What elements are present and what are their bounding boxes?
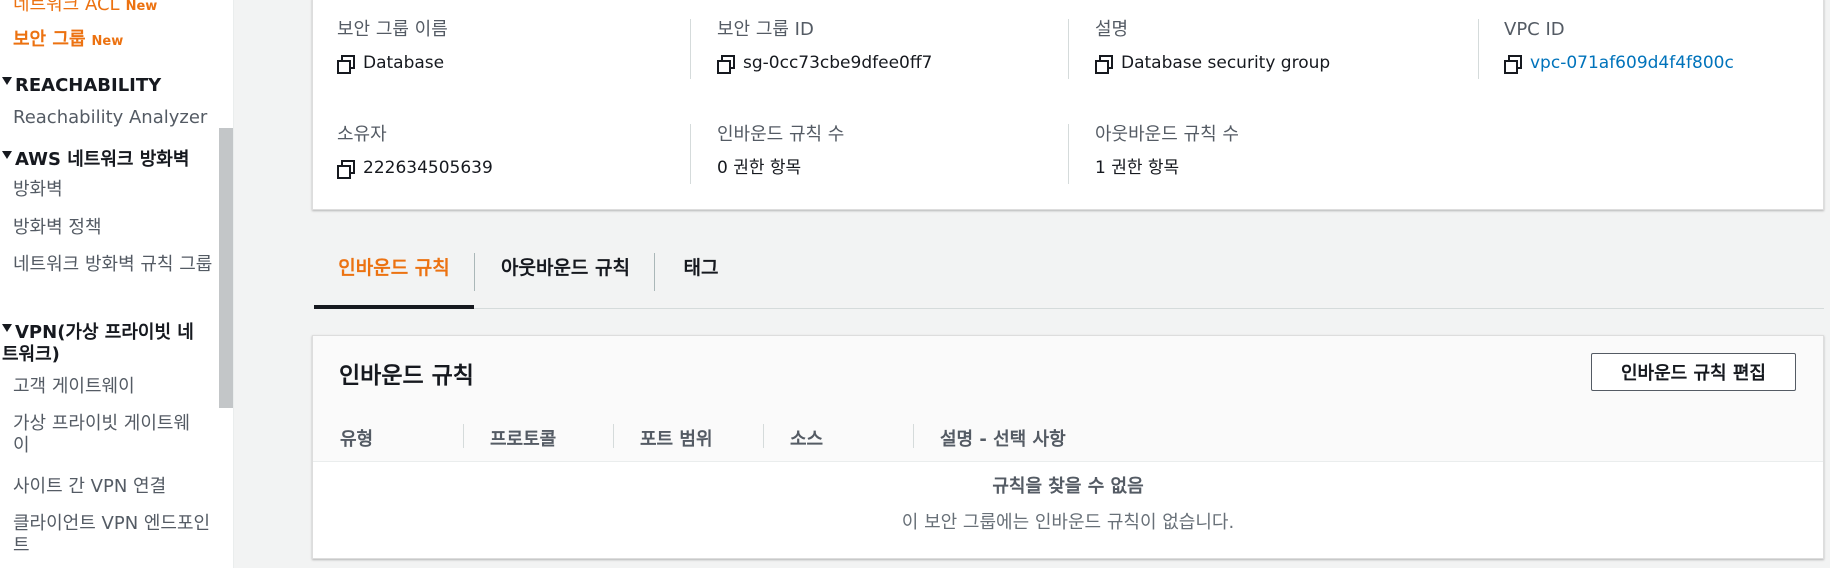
field-label: 인바운드 규칙 수: [717, 124, 845, 145]
caret-down-icon: [2, 77, 12, 85]
security-group-details: 보안 그룹 이름 Database 보안 그룹 ID sg-0cc73cbe9d…: [312, 0, 1824, 210]
caret-down-icon: [2, 324, 12, 332]
divider: [1068, 124, 1069, 184]
field-label: 소유자: [337, 124, 387, 145]
column-divider: [463, 424, 464, 448]
edit-inbound-rules-button[interactable]: 인바운드 규칙 편집: [1591, 353, 1796, 391]
empty-state-description: 이 보안 그룹에는 인바운드 규칙이 없습니다.: [901, 512, 1235, 533]
divider: [690, 124, 691, 184]
field-label: 보안 그룹 이름: [337, 19, 448, 40]
field-value: Database: [337, 52, 444, 74]
sidebar-section-network-firewall[interactable]: AWS 네트워크 방화벽: [2, 149, 207, 171]
caret-down-icon: [2, 151, 12, 159]
sidebar-item-firewall-policies[interactable]: 방화벽 정책: [13, 217, 213, 239]
sidebar-item-firewalls[interactable]: 방화벽: [13, 179, 213, 201]
field-value: 222634505639: [337, 157, 493, 179]
tab-bar: 인바운드 규칙 아웃바운드 규칙 태그: [314, 250, 1824, 309]
copy-icon[interactable]: [1504, 54, 1522, 74]
field-label: 보안 그룹 ID: [717, 19, 814, 40]
copy-icon[interactable]: [1095, 54, 1113, 74]
new-badge: New: [91, 34, 124, 49]
column-header-type[interactable]: 유형: [340, 425, 373, 451]
sidebar-item-label: 네트워크 ACL: [13, 0, 120, 15]
inbound-rule-count: 0 권한 항목: [717, 158, 802, 178]
table-header: 유형 프로토콜 포트 범위 소스 설명 - 선택 사항: [313, 410, 1823, 462]
security-group-description: Database security group: [1121, 53, 1331, 73]
new-badge: New: [125, 0, 158, 14]
sidebar-section-reachability[interactable]: REACHABILITY: [2, 75, 207, 97]
column-header-port-range[interactable]: 포트 범위: [640, 425, 713, 451]
sidebar-section-vpn[interactable]: VPN(가상 프라이빗 네트워크): [2, 322, 207, 366]
divider: [1068, 19, 1069, 79]
sidebar-section-title: REACHABILITY: [15, 75, 162, 96]
sidebar-item-virtual-private-gateways[interactable]: 가상 프라이빗 게이트웨이: [13, 413, 193, 457]
inbound-rules-panel: 인바운드 규칙 인바운드 규칙 편집 유형 프로토콜 포트 범위 소스 설명 -…: [312, 335, 1824, 559]
sidebar-scrollbar[interactable]: [219, 128, 233, 408]
sidebar-item-customer-gateways[interactable]: 고객 게이트웨이: [13, 376, 213, 398]
sidebar-item-site-to-site-vpn[interactable]: 사이트 간 VPN 연결: [13, 476, 213, 498]
column-header-protocol[interactable]: 프로토콜: [490, 425, 556, 451]
panel-header: 인바운드 규칙 인바운드 규칙 편집: [313, 336, 1823, 410]
empty-state-title: 규칙을 찾을 수 없음: [992, 476, 1144, 497]
field-label: VPC ID: [1504, 19, 1565, 40]
column-divider: [763, 424, 764, 448]
field-value[interactable]: vpc-071af609d4f4f800c: [1504, 52, 1734, 74]
tab-outbound-rules[interactable]: 아웃바운드 규칙: [475, 250, 656, 309]
owner-id: 222634505639: [363, 158, 493, 178]
tab-tags[interactable]: 태그: [656, 250, 746, 309]
tab-inbound-rules[interactable]: 인바운드 규칙: [314, 250, 474, 309]
sidebar-item-label: 보안 그룹: [13, 29, 86, 50]
outbound-rule-count: 1 권한 항목: [1095, 158, 1180, 178]
copy-icon[interactable]: [337, 54, 355, 74]
sidebar: 네트워크 ACL New 보안 그룹 New REACHABILITY Reacha…: [0, 0, 234, 568]
security-group-id: sg-0cc73cbe9dfee0ff7: [743, 53, 933, 73]
sidebar-section-title: AWS 네트워크 방화벽: [15, 149, 190, 170]
sidebar-item-security-groups[interactable]: 보안 그룹 New: [13, 29, 213, 53]
column-header-source[interactable]: 소스: [790, 425, 823, 451]
sidebar-item-client-vpn-endpoints[interactable]: 클라이언트 VPN 엔드포인트: [13, 513, 213, 557]
column-divider: [913, 424, 914, 448]
divider: [690, 19, 691, 79]
column-header-description[interactable]: 설명 - 선택 사항: [940, 425, 1066, 451]
sidebar-section-title: VPN(가상 프라이빗 네트워크): [2, 322, 194, 365]
copy-icon[interactable]: [717, 54, 735, 74]
copy-icon[interactable]: [337, 159, 355, 179]
tab-divider: [654, 253, 655, 291]
field-value: sg-0cc73cbe9dfee0ff7: [717, 52, 932, 74]
field-label: 설명: [1095, 19, 1129, 40]
sidebar-item-network-acl[interactable]: 네트워크 ACL New: [13, 0, 213, 18]
field-value: Database security group: [1095, 52, 1330, 74]
security-group-name: Database: [363, 53, 445, 73]
panel-title: 인바운드 규칙: [339, 363, 474, 389]
column-divider: [613, 424, 614, 448]
sidebar-item-firewall-rule-groups[interactable]: 네트워크 방화벽 규칙 그룹: [13, 254, 213, 276]
vpc-id-link[interactable]: vpc-071af609d4f4f800c: [1530, 52, 1734, 74]
field-label: 아웃바운드 규칙 수: [1095, 124, 1239, 145]
sidebar-item-reachability-analyzer[interactable]: Reachability Analyzer: [13, 107, 213, 129]
